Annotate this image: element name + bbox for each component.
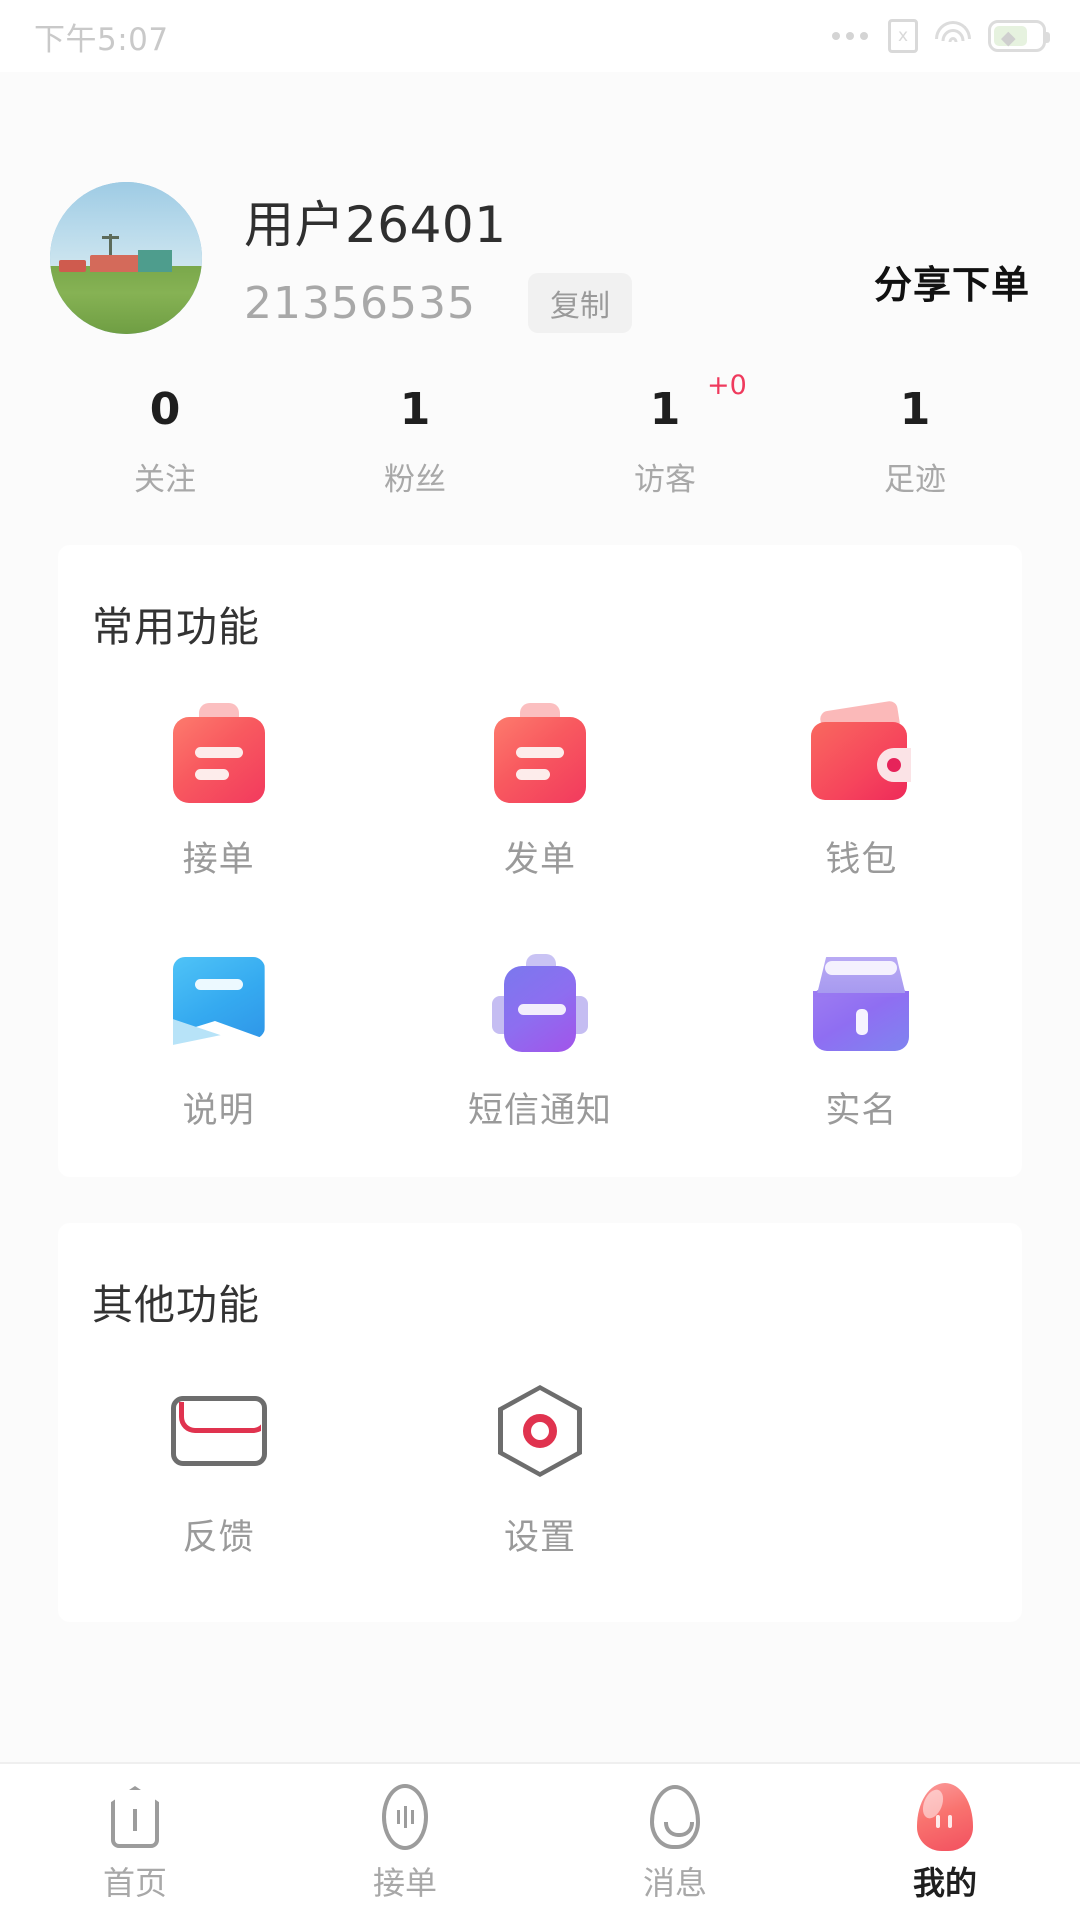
wifi-icon <box>934 21 972 51</box>
shop-purple-icon <box>701 952 1022 1056</box>
tab-label: 接单 <box>372 1864 437 1902</box>
other-functions-grid: 反馈 设置 <box>58 1379 1022 1578</box>
speech-note-blue-icon <box>58 952 379 1056</box>
grid-item-label: 短信通知 <box>467 1091 612 1131</box>
stat-label: 足迹 <box>884 462 946 498</box>
stat-footprints[interactable]: 1 足迹 <box>790 388 1040 499</box>
grid-item-label: 发单 <box>503 840 576 880</box>
grid-item-instructions[interactable]: 说明 <box>58 952 379 1133</box>
grid-item-label: 反馈 <box>182 1518 255 1558</box>
grid-item-label: 钱包 <box>825 840 898 880</box>
home-icon <box>0 1780 270 1854</box>
user-id-row: 21356535 复制 <box>244 273 874 333</box>
tab-orders[interactable]: 接单 <box>270 1780 540 1904</box>
hexagon-settings-icon <box>379 1379 700 1483</box>
stat-value: 1 <box>649 384 681 435</box>
grid-item-post-order[interactable]: 发单 <box>379 701 700 882</box>
sim-no-card-icon: x <box>888 19 918 53</box>
wallet-red-icon <box>701 700 1022 805</box>
grid-item-label: 设置 <box>503 1518 576 1558</box>
tab-home[interactable]: 首页 <box>0 1780 270 1904</box>
copy-button[interactable]: 复制 <box>527 273 632 333</box>
clipboard-red-icon <box>58 701 379 805</box>
status-icons: x ◆ <box>832 19 1050 53</box>
tab-label: 我的 <box>912 1864 977 1902</box>
grid-item-label: 实名 <box>825 1091 898 1131</box>
grid-item-real-name[interactable]: 实名 <box>701 952 1022 1133</box>
section-title: 其他功能 <box>92 1281 260 1329</box>
scroll-content: 用户26401 21356535 复制 分享下单 0 关注 1 粉丝 +0 1 … <box>0 72 1080 1762</box>
profile-icon <box>810 1780 1080 1854</box>
share-order-button[interactable]: 分享下单 <box>874 254 1030 309</box>
common-functions-grid: 接单 发单 钱包 说明 短信通知 实名 <box>58 700 1022 1133</box>
profile-header: 用户26401 21356535 复制 分享下单 <box>0 72 1080 334</box>
grid-item-take-order[interactable]: 接单 <box>58 701 379 882</box>
bottom-tab-bar: 首页 接单 消息 我的 <box>0 1762 1080 1920</box>
stat-value: 1 <box>399 384 431 435</box>
grid-item-label: 接单 <box>182 840 255 880</box>
visitor-badge: +0 <box>707 370 747 401</box>
section-title: 常用功能 <box>92 603 260 651</box>
user-id: 21356535 <box>244 277 476 329</box>
envelope-icon <box>58 1379 379 1483</box>
grid-item-wallet[interactable]: 钱包 <box>701 700 1022 882</box>
common-functions-card: 常用功能 接单 发单 钱包 说明 短信通知 实名 <box>58 545 1022 1177</box>
other-functions-card: 其他功能 反馈 设置 <box>58 1223 1022 1622</box>
stat-label: 关注 <box>134 462 196 498</box>
stat-value: 1 <box>899 384 931 435</box>
tab-messages[interactable]: 消息 <box>540 1780 810 1904</box>
username: 用户26401 <box>244 196 507 254</box>
tab-label: 消息 <box>642 1864 707 1902</box>
status-bar: 下午5:07 x ◆ <box>0 0 1080 72</box>
status-time: 下午5:07 <box>34 21 169 58</box>
clipboard-red-icon <box>379 701 700 805</box>
stats-row: 0 关注 1 粉丝 +0 1 访客 1 足迹 <box>0 370 1080 499</box>
app-screen: 下午5:07 x ◆ 用户26401 21356535 复制 分享下单 0 关注… <box>0 0 1080 1920</box>
order-icon <box>270 1780 540 1854</box>
grid-item-label: 说明 <box>182 1091 255 1131</box>
sms-robot-purple-icon <box>379 952 700 1056</box>
avatar[interactable] <box>50 182 202 334</box>
tab-mine[interactable]: 我的 <box>810 1780 1080 1904</box>
tab-label: 首页 <box>102 1864 167 1902</box>
stat-value: 0 <box>149 384 181 435</box>
more-dots-icon <box>832 32 868 40</box>
stat-fans[interactable]: 1 粉丝 <box>290 388 540 499</box>
message-icon <box>540 1780 810 1854</box>
grid-item-feedback[interactable]: 反馈 <box>58 1379 379 1560</box>
stat-label: 粉丝 <box>384 462 446 498</box>
stat-visitors[interactable]: +0 1 访客 <box>540 370 790 499</box>
battery-charging-icon: ◆ <box>988 20 1050 52</box>
grid-item-settings[interactable]: 设置 <box>379 1379 700 1560</box>
profile-info: 用户26401 21356535 复制 <box>202 182 874 333</box>
grid-item-sms-notification[interactable]: 短信通知 <box>379 952 700 1133</box>
stat-following[interactable]: 0 关注 <box>40 388 290 499</box>
stat-label: 访客 <box>634 462 696 498</box>
